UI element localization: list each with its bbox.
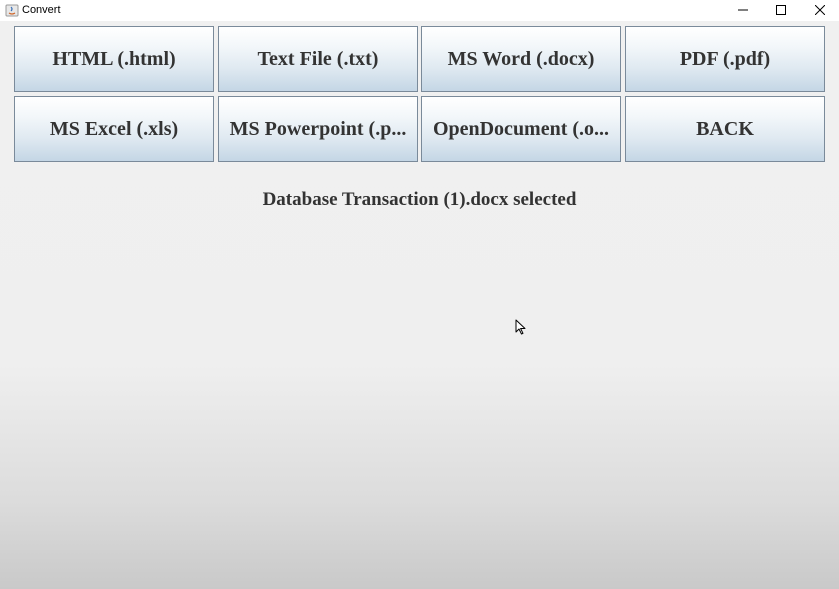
pdf-button[interactable]: PDF (.pdf) — [625, 26, 825, 92]
mouse-pointer-icon — [515, 319, 527, 335]
java-app-icon — [5, 3, 19, 17]
window-title: Convert — [22, 4, 61, 16]
ms-excel-button[interactable]: MS Excel (.xls) — [14, 96, 214, 162]
convert-window: Convert HTML (.html) Text File (.txt) MS… — [0, 0, 839, 589]
back-button[interactable]: BACK — [625, 96, 825, 162]
text-file-button[interactable]: Text File (.txt) — [218, 26, 418, 92]
close-icon — [814, 2, 826, 20]
ms-word-button[interactable]: MS Word (.docx) — [421, 26, 621, 92]
maximize-icon — [776, 2, 786, 20]
format-button-grid: HTML (.html) Text File (.txt) MS Word (.… — [14, 26, 825, 163]
title-bar[interactable]: Convert — [0, 0, 839, 21]
maximize-button[interactable] — [762, 0, 800, 21]
close-button[interactable] — [801, 0, 839, 21]
selected-file-status: Database Transaction (1).docx selected — [262, 189, 577, 210]
opendocument-button[interactable]: OpenDocument (.o... — [421, 96, 621, 162]
minimize-button[interactable] — [724, 0, 762, 21]
minimize-icon — [738, 2, 748, 20]
ms-powerpoint-button[interactable]: MS Powerpoint (.p... — [218, 96, 418, 162]
html-button[interactable]: HTML (.html) — [14, 26, 214, 92]
